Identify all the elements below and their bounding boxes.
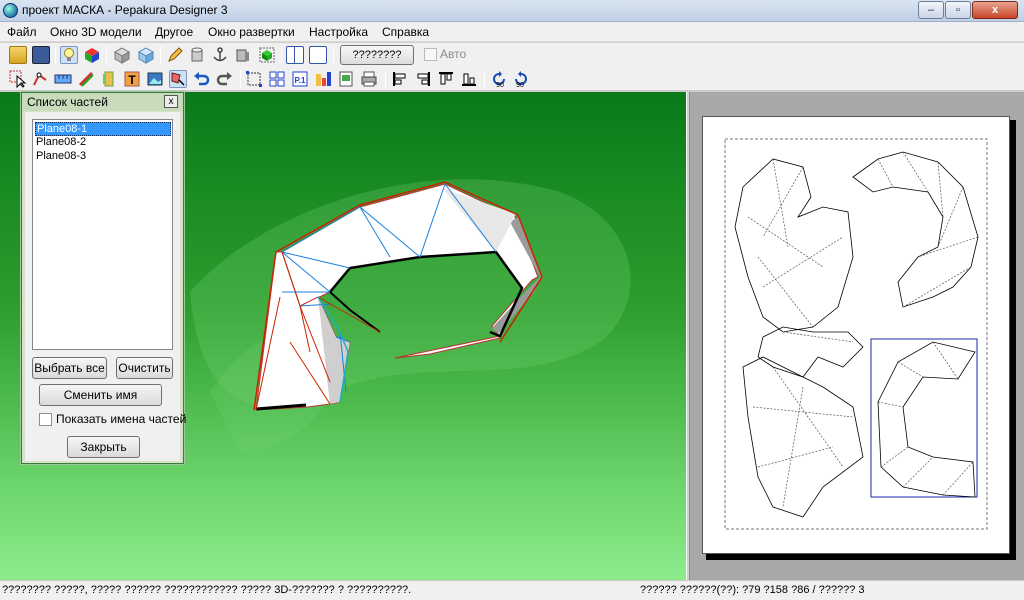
edit-toolbar: T P.1 90 90 bbox=[0, 67, 1024, 91]
undo-icon[interactable] bbox=[192, 70, 210, 88]
pencil-icon[interactable] bbox=[166, 46, 184, 64]
part-item-plane08-2[interactable]: Plane08-2 bbox=[35, 136, 171, 150]
rotate-right-icon[interactable]: 90 bbox=[512, 70, 530, 89]
show-names-checkbox[interactable] bbox=[39, 413, 52, 426]
align-left-icon[interactable] bbox=[391, 70, 409, 88]
parts-list-panel: Список частей x Plane08-1 Plane08-2 Plan… bbox=[21, 92, 186, 464]
text-tool-icon[interactable]: T bbox=[123, 70, 141, 88]
print-layout-icon[interactable] bbox=[314, 70, 332, 88]
printer-icon[interactable] bbox=[360, 70, 378, 88]
box-gray-icon[interactable] bbox=[234, 46, 252, 64]
toolbar-separator bbox=[160, 46, 161, 64]
rename-button[interactable]: Сменить имя bbox=[39, 384, 162, 406]
texture-page-icon[interactable] bbox=[337, 70, 355, 88]
select-arrow-icon[interactable] bbox=[9, 70, 27, 89]
menu-unfold-window[interactable]: Окно развертки bbox=[208, 25, 295, 39]
parts-panel-body: Plane08-1 Plane08-2 Plane08-3 Выбрать вс… bbox=[25, 112, 186, 461]
toolbar-separator bbox=[106, 46, 107, 64]
status-model-size: ?????? ??????(??): ?79 ?158 ?86 / ??????… bbox=[640, 584, 865, 596]
ruler-icon[interactable] bbox=[54, 70, 72, 88]
svg-text:90: 90 bbox=[516, 82, 524, 88]
cube-green-icon[interactable] bbox=[258, 46, 276, 64]
toolbar-separator bbox=[333, 46, 334, 64]
close-panel-button[interactable]: Закрыть bbox=[67, 436, 140, 458]
unfold-button[interactable]: ???????? bbox=[340, 45, 414, 65]
cube-wire-icon[interactable] bbox=[113, 46, 131, 64]
menu-bar: Файл Окно 3D модели Другое Окно развертк… bbox=[0, 22, 1024, 42]
toolbar-separator bbox=[55, 46, 56, 64]
svg-text:90: 90 bbox=[496, 82, 504, 88]
menu-other[interactable]: Другое bbox=[155, 25, 193, 39]
menu-help[interactable]: Справка bbox=[382, 25, 429, 39]
select-box-icon[interactable] bbox=[245, 70, 263, 88]
cube-texture-icon[interactable] bbox=[137, 46, 155, 64]
part-item-plane08-3[interactable]: Plane08-3 bbox=[35, 150, 171, 164]
unfold-pattern bbox=[724, 138, 988, 530]
redo-icon[interactable] bbox=[216, 70, 234, 88]
window-single-icon[interactable] bbox=[309, 46, 327, 64]
svg-text:P.1: P.1 bbox=[295, 76, 307, 85]
align-right-icon[interactable] bbox=[414, 70, 432, 88]
parts-panel-title: Список частей bbox=[27, 95, 108, 109]
color-cube-icon[interactable] bbox=[83, 46, 101, 64]
menu-settings[interactable]: Настройка bbox=[309, 25, 368, 39]
join-tool-icon[interactable] bbox=[169, 70, 187, 88]
svg-text:T: T bbox=[128, 73, 136, 87]
window-split-icon[interactable] bbox=[286, 46, 304, 64]
app-icon bbox=[3, 3, 18, 18]
page-number-icon[interactable]: P.1 bbox=[291, 70, 309, 88]
anchor-icon[interactable] bbox=[211, 46, 229, 64]
maximize-button[interactable]: ▫ bbox=[945, 1, 971, 19]
menu-file[interactable]: Файл bbox=[7, 25, 37, 39]
auto-label: Авто bbox=[440, 47, 467, 61]
save-icon[interactable] bbox=[32, 46, 50, 64]
image-tool-icon[interactable] bbox=[146, 70, 164, 88]
minimize-button[interactable]: – bbox=[918, 1, 944, 19]
clear-button[interactable]: Очистить bbox=[116, 357, 173, 379]
light-bulb-icon[interactable] bbox=[60, 46, 78, 64]
align-bottom-icon[interactable] bbox=[460, 70, 478, 88]
status-message: ???????? ?????, ????? ?????? ???????????… bbox=[2, 584, 412, 596]
toolbar-separator bbox=[484, 70, 485, 88]
align-top-icon[interactable] bbox=[437, 70, 455, 88]
flap-icon[interactable] bbox=[100, 70, 118, 88]
cylinder-icon[interactable] bbox=[188, 46, 206, 64]
toolbar-separator bbox=[385, 70, 386, 88]
open-folder-icon[interactable] bbox=[9, 46, 27, 64]
main-toolbar: ???????? Авто bbox=[0, 43, 1024, 67]
window-title: проект МАСКА - Pepakura Designer 3 bbox=[22, 3, 228, 17]
menu-3d-window[interactable]: Окно 3D модели bbox=[50, 25, 142, 39]
parts-panel-close-icon[interactable]: x bbox=[164, 95, 178, 108]
parts-panel-title-bar[interactable]: Список частей x bbox=[22, 93, 183, 111]
toolbar-separator bbox=[281, 46, 282, 64]
pen-color-icon[interactable] bbox=[77, 70, 95, 88]
status-bar: ???????? ?????, ????? ?????? ???????????… bbox=[0, 580, 1024, 600]
part-item-plane08-1[interactable]: Plane08-1 bbox=[35, 122, 171, 136]
title-bar: проект МАСКА - Pepakura Designer 3 – ▫ x bbox=[0, 0, 1024, 22]
auto-checkbox[interactable] bbox=[424, 48, 437, 61]
arrange-parts-icon[interactable] bbox=[268, 70, 286, 88]
unfold-2d-view[interactable] bbox=[690, 92, 1024, 580]
edge-edit-icon[interactable] bbox=[31, 70, 49, 88]
paper-sheet bbox=[702, 116, 1010, 554]
rotate-left-icon[interactable]: 90 bbox=[490, 70, 508, 89]
parts-listbox[interactable]: Plane08-1 Plane08-2 Plane08-3 bbox=[32, 119, 173, 350]
close-button[interactable]: x bbox=[972, 1, 1018, 19]
toolbar-separator bbox=[240, 70, 241, 88]
select-all-button[interactable]: Выбрать все bbox=[32, 357, 107, 379]
show-names-label: Показать имена частей bbox=[56, 412, 187, 426]
